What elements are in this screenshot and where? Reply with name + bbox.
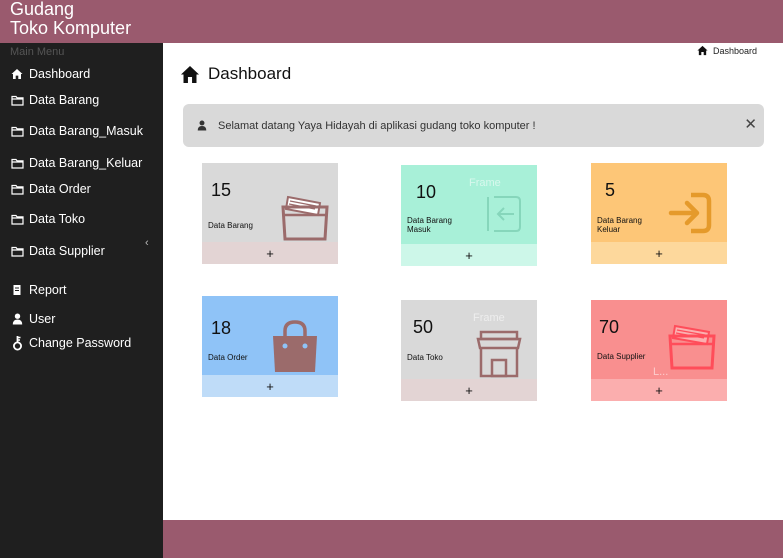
- user-icon: [10, 312, 24, 326]
- user-icon: [197, 120, 207, 131]
- close-icon[interactable]: ✕: [744, 115, 757, 133]
- card-label: Data Supplier: [597, 352, 646, 361]
- sign-in-icon: [487, 196, 521, 232]
- sidebar-item-dashboard[interactable]: Dashboard: [0, 63, 163, 85]
- page-title-text: Dashboard: [208, 64, 292, 83]
- sidebar-item-data-barang-masuk[interactable]: Data Barang_Masuk: [0, 120, 163, 142]
- card-add-button[interactable]: +: [401, 379, 537, 401]
- sidebar-item-data-supplier[interactable]: Data Supplier: [0, 240, 163, 262]
- card-value: 15: [211, 180, 232, 200]
- card-ghost-text: Frame: [469, 177, 501, 189]
- card-ghost-text: L...: [653, 366, 669, 378]
- key-icon: [10, 336, 24, 351]
- card-add-button[interactable]: +: [202, 242, 338, 264]
- shopping-bag-icon: [273, 320, 317, 372]
- card-label: Data Toko: [407, 353, 443, 362]
- card-add-button[interactable]: +: [591, 379, 727, 401]
- folder-icon: [10, 93, 24, 107]
- folder-icon: [10, 156, 24, 170]
- card-data-barang-masuk[interactable]: Frame 10 Data Barang Masuk +: [401, 165, 537, 266]
- sign-out-icon: [668, 192, 712, 234]
- folder-open-icon: [281, 195, 329, 241]
- card-value: 70: [599, 317, 620, 337]
- card-value: 18: [211, 318, 232, 338]
- report-icon: [10, 283, 24, 297]
- folder-open-icon: [668, 324, 716, 370]
- alert-message: Selamat datang Yaya Hidayah di aplikasi …: [218, 119, 536, 132]
- welcome-alert: Selamat datang Yaya Hidayah di aplikasi …: [183, 104, 764, 147]
- sidebar-item-data-barang[interactable]: Data Barang: [0, 89, 163, 111]
- sidebar-item-change-password[interactable]: Change Password: [0, 332, 163, 354]
- card-value: 50: [413, 317, 434, 337]
- page-title: Dashboard: [180, 64, 291, 84]
- card-add-button[interactable]: +: [401, 244, 537, 266]
- sidebar-item-label: Data Barang: [29, 93, 100, 107]
- breadcrumb: Dashboard: [697, 45, 757, 56]
- sidebar-item-label: Data Order: [29, 182, 91, 196]
- card-value: 5: [605, 180, 616, 200]
- sidebar-item-data-order[interactable]: Data Order: [0, 178, 163, 200]
- card-add-button[interactable]: +: [591, 242, 727, 264]
- sidebar-item-data-toko[interactable]: Data Toko: [0, 208, 163, 230]
- sidebar-item-data-barang-keluar[interactable]: Data Barang_Keluar: [0, 152, 163, 174]
- sidebar-item-report[interactable]: Report: [0, 279, 163, 301]
- breadcrumb-dashboard-link[interactable]: Dashboard: [713, 46, 757, 56]
- sidebar-item-label: Data Barang_Keluar: [29, 156, 143, 170]
- card-data-barang[interactable]: 15 Data Barang +: [202, 163, 338, 264]
- sidebar-item-label: Report: [29, 283, 67, 297]
- card-value: 10: [416, 182, 437, 202]
- card-label: Data Barang: [208, 221, 253, 230]
- sidebar-item-label: User: [29, 312, 56, 326]
- sidebar-item-label: Data Toko: [29, 212, 86, 226]
- card-data-supplier[interactable]: L... 70 Data Supplier +: [591, 300, 727, 401]
- brand-line-2: Toko Komputer: [10, 18, 132, 38]
- sidebar-item-label: Data Barang_Masuk: [29, 124, 143, 138]
- store-icon: [476, 330, 522, 378]
- folder-icon: [10, 182, 24, 196]
- brand-line-1: Gudang: [10, 0, 75, 19]
- home-icon: [180, 65, 200, 84]
- sidebar-item-label: Dashboard: [29, 67, 91, 81]
- sidebar-collapse-toggle[interactable]: ‹: [145, 237, 149, 249]
- card-data-toko[interactable]: Frame 50 Data Toko +: [401, 300, 537, 401]
- sidebar-heading: Main Menu: [10, 46, 65, 58]
- sidebar: Main Menu Dashboard Data Barang Data Bar…: [0, 43, 163, 558]
- folder-icon: [10, 124, 24, 138]
- folder-icon: [10, 244, 24, 258]
- home-icon: [10, 67, 24, 81]
- card-label: Data Barang Keluar: [597, 216, 642, 234]
- sidebar-item-label: Data Supplier: [29, 244, 105, 258]
- card-label: Data Barang Masuk: [407, 216, 452, 234]
- card-data-order[interactable]: 18 Data Order +: [202, 296, 338, 397]
- sidebar-item-user[interactable]: User: [0, 308, 163, 330]
- card-label: Data Order: [208, 353, 248, 362]
- card-data-barang-keluar[interactable]: 5 Data Barang Keluar +: [591, 163, 727, 264]
- card-add-button[interactable]: +: [202, 375, 338, 397]
- folder-icon: [10, 212, 24, 226]
- app-brand[interactable]: Gudang Toko Komputer: [0, 0, 163, 43]
- home-icon: [697, 45, 708, 56]
- card-ghost-text: Frame: [473, 312, 505, 324]
- sidebar-item-label: Change Password: [29, 336, 132, 350]
- footer-bar: [163, 520, 783, 558]
